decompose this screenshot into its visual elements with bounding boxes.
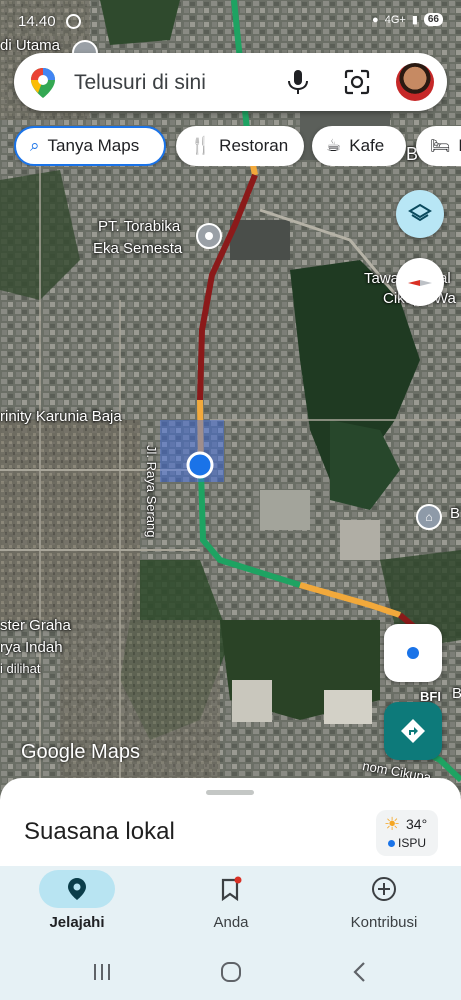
search-bar[interactable]: Telusuri di sini (14, 53, 447, 111)
nav-jelajahi[interactable]: Jelajahi (0, 866, 154, 942)
google-maps-logo: Google Maps (21, 741, 140, 763)
air-quality-label: ISPU (398, 836, 427, 850)
map-label: rinity Karunia Baja (0, 408, 122, 425)
compass-icon (408, 280, 432, 286)
sparkle-search-icon: ⌕ (30, 136, 40, 155)
google-maps-pin-icon (31, 68, 55, 98)
whatsapp-icon (66, 14, 81, 29)
map-label: i dilihat (0, 661, 41, 676)
directions-icon (401, 719, 425, 743)
status-icons: ● 4G+ ▮ 66 (372, 13, 443, 26)
chip-hotel[interactable]: 🛏 H (416, 126, 461, 166)
map-label: Eka Semesta (93, 240, 183, 257)
map-label: B (452, 685, 461, 702)
chip-label: Tanya Maps (47, 136, 140, 155)
sheet-title: Suasana lokal (24, 818, 175, 845)
bed-icon: 🛏 (430, 138, 451, 155)
layers-button[interactable] (396, 190, 444, 238)
network-indicator: 4G+ (384, 13, 406, 26)
location-pin-icon (68, 878, 86, 900)
poi-marker[interactable] (196, 223, 222, 249)
nav-label: Jelajahi (49, 914, 105, 931)
chip-restoran[interactable]: 🍴 Restoran (176, 126, 304, 166)
air-quality-dot (388, 840, 395, 847)
map-label: rya Indah (0, 639, 63, 656)
category-chips: ⌕ Tanya Maps 🍴 Restoran ☕ Kafe 🛏 H (14, 126, 461, 166)
back-icon (353, 962, 365, 982)
bank-poi-icon[interactable]: ⌂ (416, 504, 442, 530)
map-label: ster Graha (0, 617, 71, 634)
back-button[interactable] (340, 958, 380, 986)
directions-button[interactable] (384, 702, 442, 760)
my-location-button[interactable] (384, 624, 442, 682)
recent-apps-icon (94, 964, 110, 980)
battery-indicator: 66 (423, 13, 443, 26)
google-lens-icon[interactable] (344, 69, 370, 95)
sheet-drag-handle[interactable] (206, 790, 254, 795)
bottom-sheet[interactable]: Suasana lokal ☀ 34° ISPU (0, 778, 461, 868)
weather-widget[interactable]: ☀ 34° ISPU (376, 810, 438, 856)
chip-tanya-maps[interactable]: ⌕ Tanya Maps (14, 126, 166, 166)
home-button[interactable] (211, 958, 251, 986)
nav-anda[interactable]: Anda (154, 866, 308, 942)
nav-label: Kontribusi (350, 914, 418, 931)
bookmark-icon (221, 876, 242, 902)
status-bar: 14.40 ● 4G+ ▮ 66 (0, 0, 461, 40)
recent-apps-button[interactable] (82, 958, 122, 986)
weather-sun-cloud-icon: ☀ (384, 814, 401, 834)
user-avatar[interactable] (396, 63, 434, 101)
fork-knife-icon: 🍴 (190, 136, 212, 155)
microphone-icon[interactable] (286, 69, 310, 95)
chip-label: Kafe (349, 136, 385, 155)
signal-icon: ▮ (411, 14, 418, 26)
nav-label: Anda (213, 914, 249, 931)
home-icon (221, 962, 241, 982)
coffee-cup-icon: ☕ (326, 136, 342, 155)
chip-label: Restoran (219, 136, 289, 155)
system-navigation-bar (0, 942, 461, 1000)
add-circle-icon (372, 877, 396, 901)
nav-kontribusi[interactable]: Kontribusi (307, 866, 461, 942)
map-label: PT. Torabika (98, 218, 181, 235)
chip-kafe[interactable]: ☕ Kafe (312, 126, 406, 166)
weather-temperature: 34° (406, 816, 428, 832)
road-label: Jl. Raya Serang (144, 445, 159, 538)
location-icon: ● (372, 13, 379, 26)
compass-button[interactable] (396, 258, 444, 306)
my-location-icon (407, 647, 419, 659)
status-time: 14.40 (18, 13, 56, 30)
map-label: B (450, 505, 461, 522)
bottom-navigation: Jelajahi Anda Kontribusi (0, 866, 461, 942)
search-input[interactable]: Telusuri di sini (74, 71, 206, 95)
layers-icon (408, 203, 432, 222)
